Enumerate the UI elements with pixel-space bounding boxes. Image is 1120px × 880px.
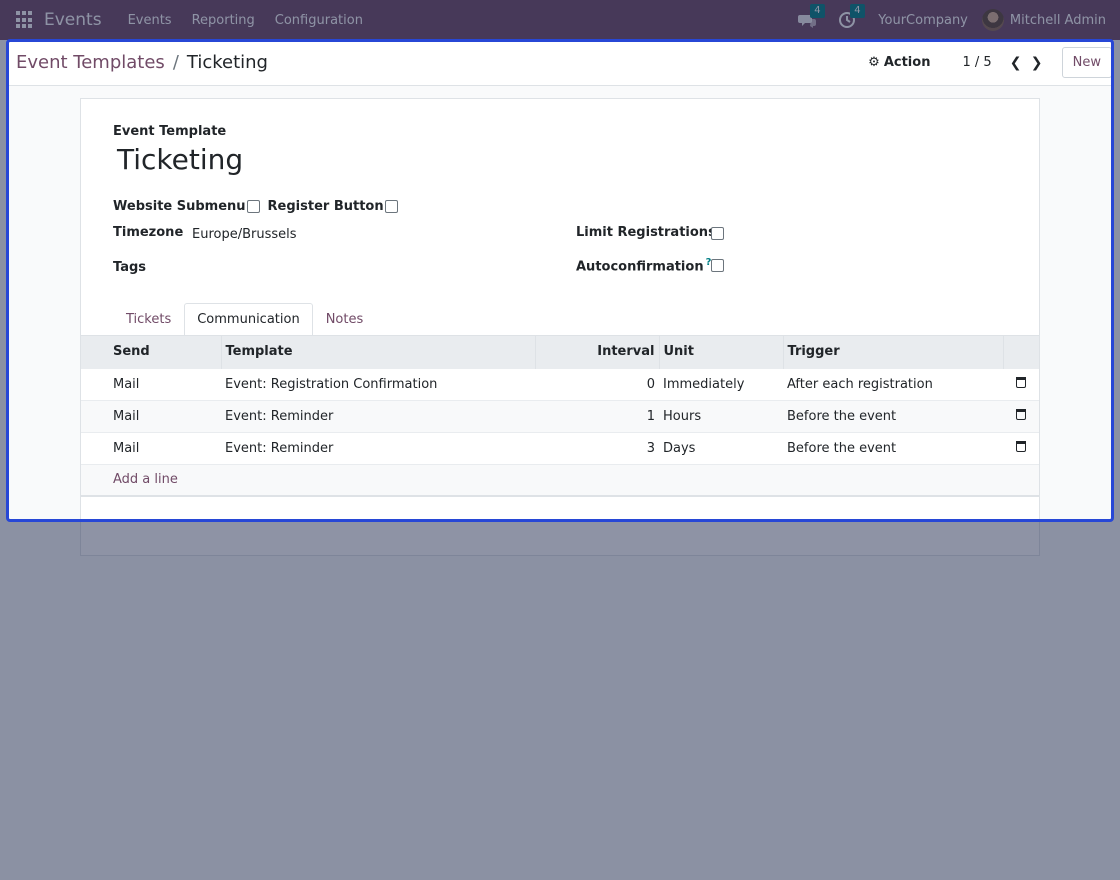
highlight-frame	[6, 39, 1114, 522]
